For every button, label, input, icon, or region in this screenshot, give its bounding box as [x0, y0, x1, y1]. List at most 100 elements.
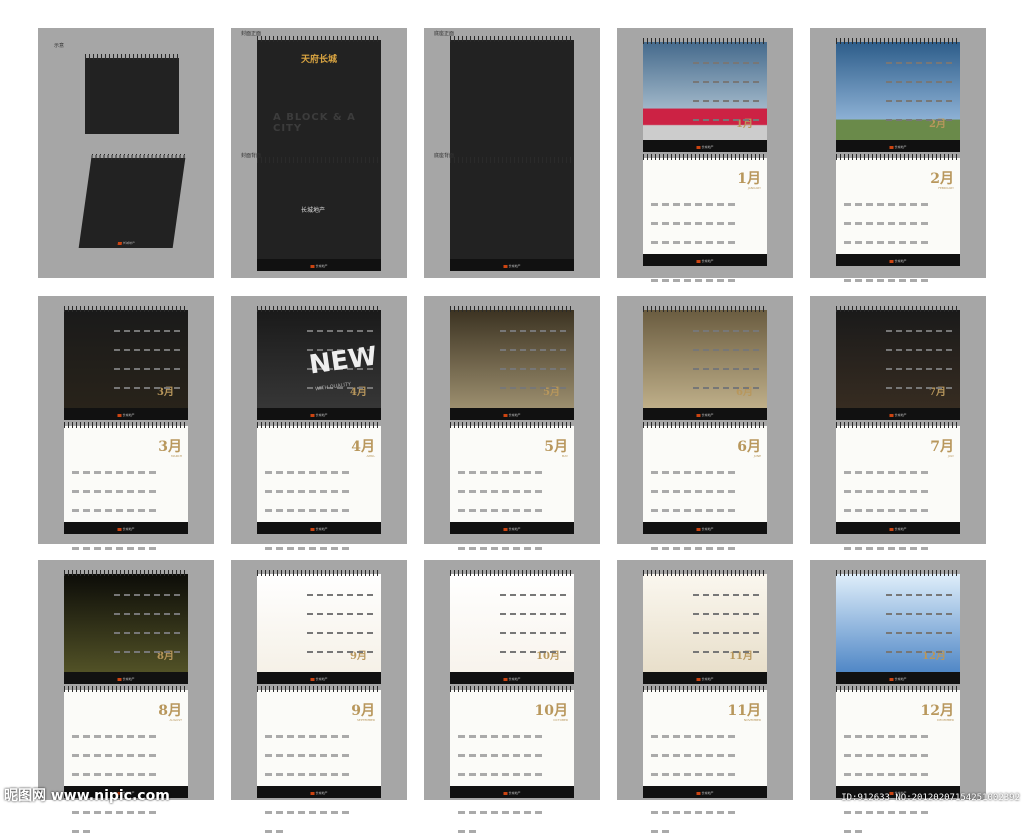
spiral-binding: [643, 154, 767, 160]
month-10-mini-grid: [498, 582, 568, 658]
month-panel-9: 9月 长城地产 9月 SEPTEMBER 长城地产: [231, 560, 407, 833]
spiral-binding: [836, 154, 960, 160]
month-panel-10: 10月 长城地产 10月 OCTOBER 长城地产: [424, 560, 600, 833]
preview-standing-calendar: 长城地产: [78, 154, 186, 248]
month-3-title: 3月: [158, 439, 182, 455]
spiral-binding: [450, 686, 574, 692]
month-2-date-footer: 长城地产: [836, 254, 960, 266]
watermark-id: ID:912633 NO:20120207154251002392: [841, 793, 1020, 803]
month-panel-6: 6月 长城地产 6月 JUNE 长城地产: [617, 296, 793, 569]
brand-logo: 长城地产: [310, 791, 327, 795]
brand-logo: 长城地产: [117, 677, 134, 681]
month-panel-4: 4月 NEW WITH QUALITY 长城地产 4月 APRIL 长城地产: [231, 296, 407, 569]
month-5-date-footer: 长城地产: [450, 522, 574, 534]
month-9-title: 9月: [351, 703, 375, 719]
month-11-title: 11月: [727, 703, 761, 719]
brand-logo: 长城地产: [889, 677, 906, 681]
brand-logo: 长城地产: [503, 677, 520, 681]
month-5-date-page: 5月 MAY 长城地产: [450, 422, 574, 569]
spiral-binding: [450, 422, 574, 428]
panel-base: 底座正面 长城地产 底座背面 长城地产: [424, 28, 600, 278]
spiral-binding: [257, 422, 381, 428]
spiral-binding: [836, 570, 960, 576]
brand-logo: 长城地产: [696, 259, 713, 263]
month-4-date-grid: [263, 460, 359, 574]
panel-preview: 示意 长城地产: [38, 28, 214, 278]
month-9-photo-page: 9月 长城地产: [257, 570, 381, 684]
month-panel-11: 11月 长城地产 11月 NOVEMBER 长城地产: [617, 560, 793, 833]
month-1-date-footer: 长城地产: [643, 254, 767, 266]
brand-logo: 长城地产: [310, 264, 327, 268]
month-9-date-footer: 长城地产: [257, 786, 381, 798]
spiral-binding: [257, 157, 381, 163]
month-1-photo-page: 1月 长城地产: [643, 38, 767, 152]
month-12-english: DECEMBER: [937, 718, 954, 722]
panel-cover: 封面正面 天府长城 A BLOCK & A CITY 长城地产 封面背面 长城地…: [231, 28, 407, 278]
spiral-binding: [64, 306, 188, 312]
month-8-english: AUGUST: [169, 718, 182, 722]
month-4-title: 4月: [351, 439, 375, 455]
base-back-page: 长城地产: [450, 157, 574, 271]
month-6-photo-footer: 长城地产: [643, 408, 767, 420]
month-3-date-footer: 长城地产: [64, 522, 188, 534]
brand-logo: 长城地产: [503, 264, 520, 268]
brand-logo: 长城地产: [117, 527, 134, 531]
month-6-date-footer: 长城地产: [643, 522, 767, 534]
month-5-photo-footer: 长城地产: [450, 408, 574, 420]
month-3-date-page: 3月 MARCH 长城地产: [64, 422, 188, 569]
cover-title: 天府长城: [301, 55, 338, 65]
month-3-date-grid: [70, 460, 166, 574]
month-6-english: JUNE: [753, 454, 761, 458]
month-8-mini-grid: [112, 582, 182, 658]
month-9-english: SEPTEMBER: [357, 718, 375, 722]
watermark-site: 昵图网 www.nipic.com: [4, 788, 170, 804]
spiral-binding: [257, 570, 381, 576]
brand-logo: 长城地产: [696, 413, 713, 417]
month-7-date-grid: [842, 460, 938, 574]
month-2-photo-footer: 长城地产: [836, 140, 960, 152]
spiral-binding: [836, 422, 960, 428]
month-10-date-page: 10月 OCTOBER 长城地产: [450, 686, 574, 833]
spiral-binding: [85, 54, 179, 60]
month-6-photo-page: 6月 长城地产: [643, 306, 767, 420]
month-4-date-page: 4月 APRIL 长城地产: [257, 422, 381, 569]
month-9-photo-footer: 长城地产: [257, 672, 381, 684]
month-12-photo-page: 12月 长城地产: [836, 570, 960, 684]
month-panel-5: 5月 长城地产 5月 MAY 长城地产: [424, 296, 600, 569]
spiral-binding: [836, 686, 960, 692]
month-panel-7: 7月 长城地产 7月 JULY 长城地产: [810, 296, 986, 569]
brand-logo: 长城地产: [118, 241, 136, 245]
month-3-photo-page: 3月 长城地产: [64, 306, 188, 420]
month-8-date-page: 8月 AUGUST 长城地产: [64, 686, 188, 833]
spiral-binding: [91, 154, 186, 160]
month-8-photo-page: 8月 长城地产: [64, 570, 188, 684]
month-7-date-footer: 长城地产: [836, 522, 960, 534]
label-preview: 示意: [54, 43, 65, 49]
month-12-date-page: 12月 DECEMBER 长城地产: [836, 686, 960, 833]
month-7-photo-footer: 长城地产: [836, 408, 960, 420]
brand-logo: 长城地产: [310, 677, 327, 681]
cover-back-page: 长城地产 长城地产: [257, 157, 381, 271]
spiral-binding: [643, 422, 767, 428]
month-1-photo-footer: 长城地产: [643, 140, 767, 152]
month-12-mini-grid: [884, 582, 954, 658]
month-7-english: JULY: [947, 454, 954, 458]
brand-logo: 长城地产: [696, 677, 713, 681]
brand-logo: 长城地产: [889, 145, 906, 149]
month-2-title: 2月: [930, 171, 954, 187]
month-8-photo-footer: 长城地产: [64, 672, 188, 684]
spiral-binding: [450, 570, 574, 576]
month-10-photo-footer: 长城地产: [450, 672, 574, 684]
brand-logo: 长城地产: [889, 413, 906, 417]
month-3-mini-grid: [112, 318, 182, 394]
month-panel-2: 2月 长城地产 2月 FEBRUARY 长城地产: [810, 28, 986, 301]
month-12-photo-footer: 长城地产: [836, 672, 960, 684]
month-4-english: APRIL: [366, 454, 375, 458]
month-5-title: 5月: [544, 439, 568, 455]
brand-logo: 长城地产: [889, 259, 906, 263]
brand-logo: 长城地产: [696, 527, 713, 531]
month-10-date-grid: [456, 724, 552, 838]
month-6-title: 6月: [737, 439, 761, 455]
month-11-mini-grid: [691, 582, 761, 658]
month-1-title: 1月: [737, 171, 761, 187]
